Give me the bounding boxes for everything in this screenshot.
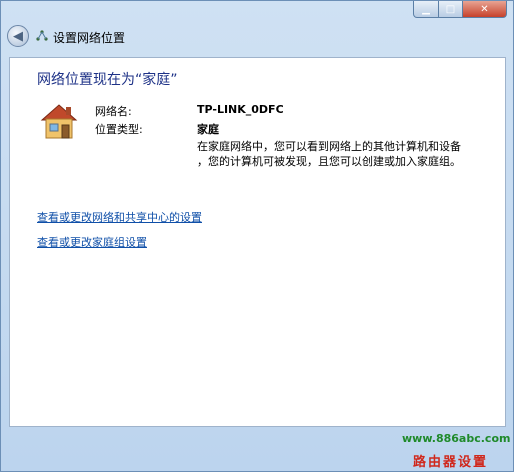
maximize-button[interactable]: □ bbox=[439, 1, 463, 18]
close-button[interactable]: ✕ bbox=[463, 1, 507, 18]
minimize-button[interactable]: ▁ bbox=[413, 1, 439, 18]
network-name-value: TP-LINK_0DFC bbox=[197, 103, 284, 116]
content-pane: 网络位置现在为“家庭” 网络名: TP-LINK_0DFC 位置类型: 家庭 在… bbox=[9, 57, 506, 427]
description-line-1: 在家庭网络中，您可以看到网络上的其他计算机和设备 bbox=[197, 140, 461, 153]
back-arrow-icon: ◀ bbox=[13, 28, 23, 44]
caption-buttons: ▁ □ ✕ bbox=[413, 1, 507, 18]
watermark-text: 路由器设置 bbox=[413, 455, 489, 470]
network-sharing-center-link[interactable]: 查看或更改网络和共享中心的设置 bbox=[37, 209, 202, 225]
page-heading: 网络位置现在为“家庭” bbox=[37, 72, 178, 88]
network-icon bbox=[36, 30, 48, 41]
location-type-label: 位置类型: bbox=[95, 123, 143, 136]
network-name-label: 网络名: bbox=[95, 105, 132, 118]
location-type-value: 家庭 bbox=[197, 123, 219, 136]
back-button[interactable]: ◀ bbox=[7, 25, 29, 47]
window-title: 设置网络位置 bbox=[53, 31, 126, 45]
homegroup-settings-link[interactable]: 查看或更改家庭组设置 bbox=[37, 234, 147, 250]
setup-network-location-window: ▁ □ ✕ ◀ 设置网络位置 网络位置现在为“家庭” 网络名: TP-LINK_… bbox=[0, 0, 514, 472]
home-network-icon bbox=[40, 104, 78, 139]
location-description: 在家庭网络中，您可以看到网络上的其他计算机和设备 ，您的计算机可被发现，且您可以… bbox=[197, 139, 467, 169]
watermark-url: www.886abc.com bbox=[402, 432, 511, 445]
title-bar: ▁ □ ✕ ◀ 设置网络位置 bbox=[1, 1, 513, 55]
description-line-2: ，您的计算机可被发现，且您可以创建或加入家庭组。 bbox=[197, 155, 461, 168]
